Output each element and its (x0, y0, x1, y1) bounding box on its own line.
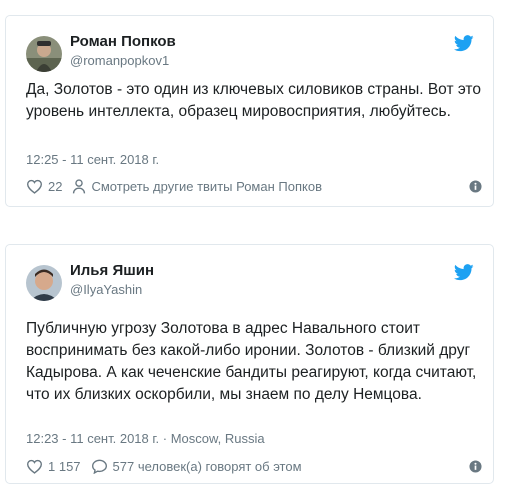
conversation-link[interactable]: 577 человек(а) говорят об этом (113, 459, 302, 474)
tweet-text: Да, Золотов - это один из ключевых силов… (26, 81, 481, 120)
info-icon[interactable] (469, 180, 482, 193)
tweet-card: Роман Попков @romanpopkov1 Да, Золотов -… (5, 15, 494, 207)
author-handle[interactable]: @IlyaYashin (70, 282, 142, 297)
person-icon[interactable] (72, 178, 86, 194)
more-tweets-link[interactable]: Смотреть другие твиты Роман Попков (91, 179, 322, 194)
tweet-actions: 22 Смотреть другие твиты Роман Попков (26, 176, 322, 196)
tweet-timestamp[interactable]: 12:23 - 11 сент. 2018 г. · Moscow, Russi… (26, 431, 265, 446)
speech-bubble-icon[interactable] (91, 459, 108, 474)
tweet-card: Илья Яшин @IlyaYashin Публичную угрозу З… (5, 244, 494, 484)
twitter-bird-icon[interactable] (453, 264, 474, 281)
info-icon[interactable] (469, 460, 482, 473)
author-name[interactable]: Илья Яшин (70, 262, 154, 279)
like-count[interactable]: 22 (48, 179, 62, 194)
tweet-actions: 1 157 577 человек(а) говорят об этом (26, 456, 302, 476)
twitter-bird-icon[interactable] (453, 35, 474, 52)
tweet-text: Публичную угрозу Золотова в адрес Наваль… (26, 320, 477, 403)
author-name[interactable]: Роман Попков (70, 33, 176, 50)
avatar[interactable] (26, 265, 62, 301)
author-handle[interactable]: @romanpopkov1 (70, 53, 169, 68)
heart-icon[interactable] (26, 179, 43, 194)
like-count[interactable]: 1 157 (48, 459, 81, 474)
heart-icon[interactable] (26, 459, 43, 474)
avatar[interactable] (26, 36, 62, 72)
tweet-timestamp[interactable]: 12:25 - 11 сент. 2018 г. (26, 152, 159, 167)
